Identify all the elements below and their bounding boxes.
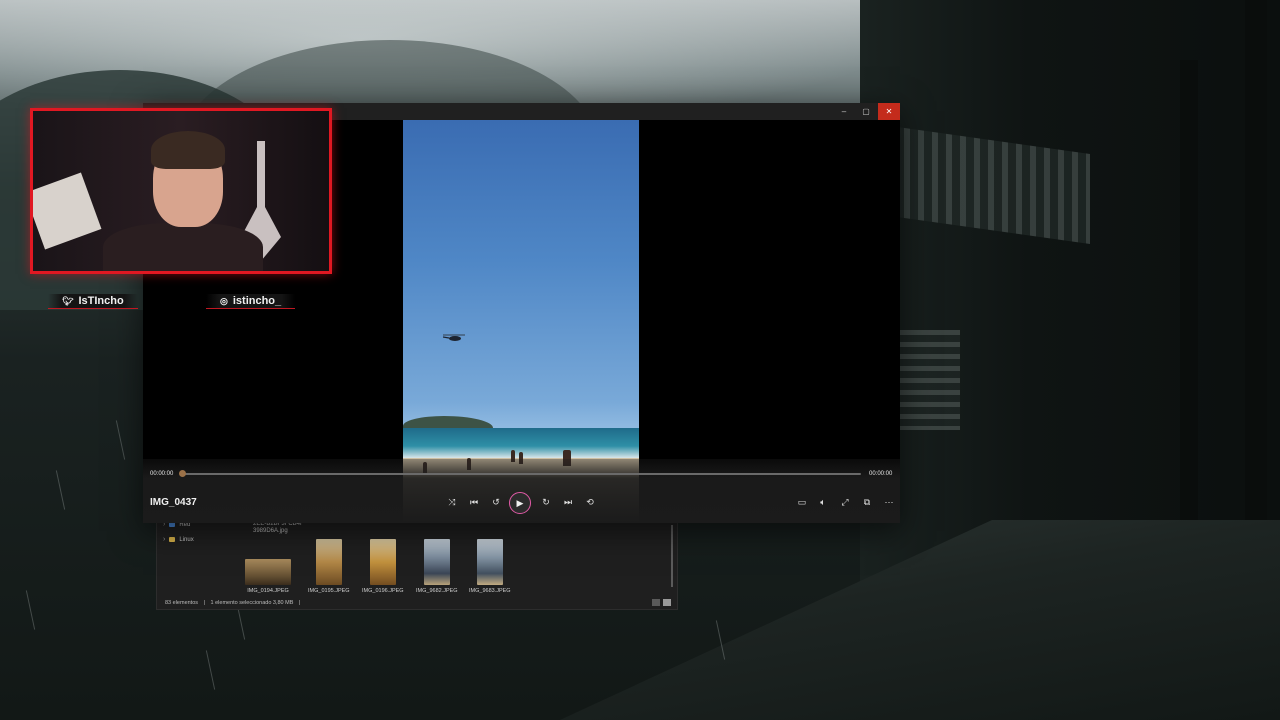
status-divider: |: [298, 600, 301, 606]
instagram-icon: ◎: [220, 295, 228, 306]
image-thumbnail: [369, 539, 396, 585]
file-name: IMG_0194.JPEG: [247, 588, 289, 594]
scrollbar[interactable]: [671, 525, 673, 587]
thumbnail-view-button[interactable]: [663, 599, 671, 606]
twitter-handle: IsTIncho: [78, 295, 124, 307]
seek-thumb[interactable]: [179, 470, 186, 477]
file-name: IMG_0196.JPEG: [362, 588, 404, 594]
seek-bar[interactable]: [185, 473, 861, 475]
selection-info: 1 elemento seleccionado 3,80 MB: [210, 600, 294, 606]
time-elapsed: 00:00:00: [150, 471, 174, 477]
repeat-icon: ⟲: [586, 496, 594, 507]
image-thumbnail: [245, 559, 291, 585]
fullscreen-icon: ⤢: [841, 496, 849, 507]
volume-button[interactable]: 🔈︎: [816, 495, 830, 509]
file-name-partial[interactable]: 2EE-B2BF3FCB4F 3989D6A.jpg: [253, 521, 304, 535]
volume-icon: 🔈︎: [820, 496, 826, 507]
status-bar: 83 elementos | 1 elemento seleccionado 3…: [165, 600, 300, 606]
repeat-button[interactable]: ⟲: [583, 495, 597, 509]
status-divider: |: [203, 600, 205, 606]
more-icon: ⋯: [884, 496, 894, 507]
previous-button[interactable]: ⏮: [467, 495, 481, 509]
file-name: IMG_9683.JPEG: [469, 588, 511, 594]
media-title: IMG_0437: [150, 497, 197, 508]
image-thumbnail: [423, 539, 450, 585]
minimize-icon: –: [841, 107, 847, 116]
tree-item-label: Linux: [179, 536, 194, 543]
close-icon: ✕: [885, 107, 893, 116]
miniplayer-button[interactable]: ⧉: [860, 495, 874, 509]
chevron-right-icon[interactable]: ›: [163, 536, 165, 543]
navigation-tree: › Red › Linux: [157, 521, 237, 599]
helicopter-icon: [443, 334, 465, 341]
miniplayer-icon: ⧉: [863, 496, 871, 507]
linux-icon: [169, 537, 176, 542]
next-button[interactable]: ⏭: [561, 495, 575, 509]
next-icon: ⏭: [563, 496, 573, 507]
tree-item-linux[interactable]: › Linux: [163, 536, 194, 543]
time-total: 00:00:00: [869, 471, 893, 477]
shuffle-button[interactable]: ⤨: [445, 495, 459, 509]
image-thumbnail: [315, 539, 342, 585]
instagram-handle: istincho_: [232, 295, 282, 307]
file-item[interactable]: IMG_0194.JPEG: [245, 539, 291, 594]
instagram-handle-badge: ◎ istincho_: [206, 294, 296, 309]
webcam-overlay: [30, 108, 332, 274]
file-item[interactable]: IMG_9683.JPEG: [469, 539, 511, 594]
maximize-button[interactable]: ▢: [855, 103, 877, 120]
twitter-handle-badge: 🐦︎ IsTIncho: [48, 294, 138, 309]
forward-30-icon: ↻: [542, 496, 550, 507]
file-item[interactable]: IMG_0195.JPEG: [308, 539, 350, 594]
maximize-icon: ▢: [862, 107, 870, 116]
file-explorer-window: › Red › Linux 2EE-B2BF3FCB4F 3989D6A.jpg…: [156, 520, 678, 610]
play-button[interactable]: ▶: [509, 492, 531, 514]
image-thumbnail: [476, 539, 503, 585]
fullscreen-button[interactable]: ⤢: [838, 495, 852, 509]
shuffle-icon: ⤨: [448, 496, 456, 507]
close-button[interactable]: ✕: [878, 103, 900, 120]
file-item[interactable]: IMG_0196.JPEG: [362, 539, 404, 594]
item-count: 83 elementos: [165, 600, 199, 606]
view-toggle: [652, 599, 671, 606]
twitter-icon: 🐦︎: [62, 295, 74, 306]
file-name-line: 3989D6A.jpg: [253, 528, 288, 534]
file-name: IMG_0195.JPEG: [308, 588, 350, 594]
forward-button[interactable]: ↻: [539, 495, 553, 509]
subtitles-icon: ▭: [797, 496, 807, 507]
details-view-button[interactable]: [652, 599, 660, 606]
subtitles-button[interactable]: ▭: [795, 495, 809, 509]
previous-icon: ⏮: [469, 496, 479, 507]
more-options-button[interactable]: ⋯: [882, 495, 896, 509]
file-name: IMG_9682.JPEG: [416, 588, 458, 594]
rewind-10-icon: ↺: [492, 496, 500, 507]
minimize-button[interactable]: –: [833, 103, 855, 120]
file-item[interactable]: IMG_9682.JPEG: [416, 539, 458, 594]
play-icon: ▶: [516, 497, 524, 508]
rewind-button[interactable]: ↺: [489, 495, 503, 509]
playback-controls: 00:00:00 00:00:00 IMG_0437 ⤨ ⏮ ↺ ▶ ↻ ⏭ ⟲…: [143, 459, 900, 523]
